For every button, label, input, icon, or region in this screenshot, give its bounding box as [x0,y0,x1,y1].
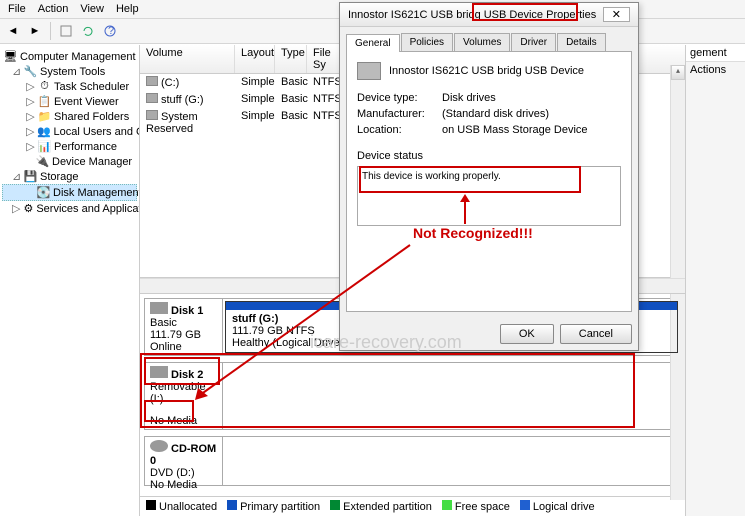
device-status-label: Device status [357,150,621,162]
storage-icon: 💾 [24,170,37,183]
tab-general[interactable]: General [346,34,400,52]
help-icon[interactable]: ? [101,22,119,40]
tab-volumes[interactable]: Volumes [454,33,510,51]
disk-icon: 💽 [37,186,50,199]
menu-file[interactable]: File [8,3,26,15]
volume-icon [146,76,158,86]
services-icon: ⚙ [23,202,33,215]
close-button[interactable]: ✕ [603,7,630,22]
tree-system-tools[interactable]: ⊿🔧System Tools [2,64,137,79]
tree-shared-folders[interactable]: ▷📁Shared Folders [2,109,137,124]
device-status-box: This device is working properly. [357,166,621,226]
dialog-titlebar[interactable]: Innostor IS621C USB bridg USB Device Pro… [340,3,638,27]
tree-local-users[interactable]: ▷👥Local Users and Groups [2,124,137,139]
toolbar-icon[interactable] [57,22,75,40]
tab-policies[interactable]: Policies [401,33,453,51]
tab-driver[interactable]: Driver [511,33,556,51]
menu-help[interactable]: Help [116,3,139,15]
tree-disk-management[interactable]: 💽Disk Management [2,184,137,201]
tree-device-manager[interactable]: 🔌Device Manager [2,154,137,169]
device-properties-dialog: Innostor IS621C USB bridg USB Device Pro… [339,2,639,351]
device-icon: 🔌 [36,155,49,168]
tree-event-viewer[interactable]: ▷📋Event Viewer [2,94,137,109]
tree-performance[interactable]: ▷📊Performance [2,139,137,154]
disk-icon [150,366,168,378]
device-name: Innostor IS621C USB bridg USB Device [389,65,584,77]
perf-icon: 📊 [38,140,51,153]
tools-icon: 🔧 [24,65,37,78]
actions-item[interactable]: Actions [686,62,745,78]
drive-icon [357,62,381,80]
folder-icon: 📁 [38,110,51,123]
disk-panel-2[interactable]: Disk 2 Removable (I:) No Media [144,362,681,430]
tree-services[interactable]: ▷⚙Services and Applications [2,201,137,216]
disk-panel-cdrom[interactable]: CD-ROM 0 DVD (D:) No Media [144,436,681,486]
actions-header: gement [686,45,745,62]
menu-view[interactable]: View [80,3,104,15]
users-icon: 👥 [37,125,50,138]
refresh-icon[interactable] [79,22,97,40]
cancel-button[interactable]: Cancel [560,324,632,344]
svg-text:?: ? [108,25,114,37]
tree-task-scheduler[interactable]: ▷⏱Task Scheduler [2,79,137,94]
tree-storage[interactable]: ⊿💾Storage [2,169,137,184]
ok-button[interactable]: OK [500,324,554,344]
actions-panel: gement Actions [685,45,745,516]
cdrom-icon [150,440,168,452]
clock-icon: ⏱ [38,80,51,93]
tab-details[interactable]: Details [557,33,606,51]
tree-computer-management[interactable]: 🖥Computer Management (Local [2,49,137,64]
legend: Unallocated Primary partition Extended p… [140,496,685,516]
volume-icon [146,110,158,120]
disk-icon [150,302,168,314]
volume-icon [146,93,158,103]
nav-tree[interactable]: 🖥Computer Management (Local ⊿🔧System Too… [0,45,140,516]
dialog-tabs: General Policies Volumes Driver Details [346,33,632,52]
forward-button[interactable]: ► [26,22,44,40]
computer-icon: 🖥 [4,50,17,63]
menu-action[interactable]: Action [38,3,69,15]
event-icon: 📋 [38,95,51,108]
back-button[interactable]: ◄ [4,22,22,40]
